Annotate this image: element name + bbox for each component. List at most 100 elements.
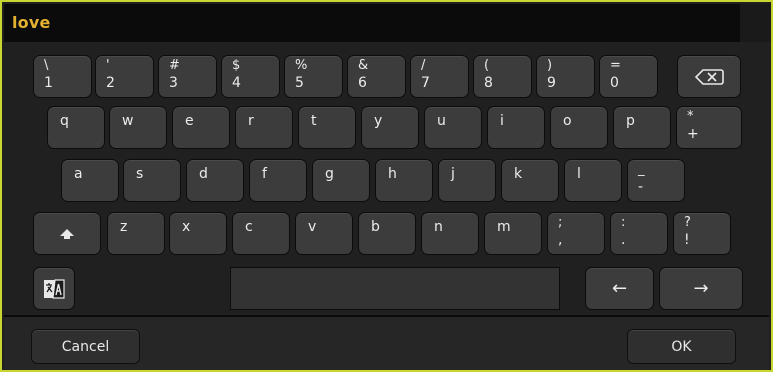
key[interactable]: x: [169, 212, 227, 255]
key[interactable]: o: [550, 106, 608, 149]
space-bar[interactable]: [230, 267, 560, 310]
key-bottom-label: 7: [421, 75, 430, 91]
key[interactable]: m: [484, 212, 542, 255]
text-input-value: love: [12, 13, 51, 32]
key[interactable]: y: [361, 106, 419, 149]
key-bottom-label: 5: [295, 75, 304, 91]
key-bottom-label: 8: [484, 75, 493, 91]
key-label: p: [626, 113, 635, 129]
key[interactable]: :.: [610, 212, 668, 255]
text-input-field[interactable]: love: [4, 4, 740, 42]
key[interactable]: % 5: [284, 55, 343, 98]
key-top-label: &: [358, 58, 369, 73]
right-arrow-icon: →: [693, 278, 709, 299]
key-bottom-label: ,: [558, 232, 563, 248]
key-top-label: ?: [684, 215, 691, 230]
key[interactable]: k: [501, 159, 559, 202]
key[interactable]: u: [424, 106, 482, 149]
key-top-label: (: [484, 58, 490, 73]
key[interactable]: z: [107, 212, 165, 255]
key-label: f: [262, 166, 267, 182]
key-top-label: _: [638, 162, 645, 177]
input-bar-edge: [740, 4, 771, 42]
cancel-button[interactable]: Cancel: [31, 329, 140, 364]
key-top-label: %: [295, 58, 308, 73]
key[interactable]: r: [235, 106, 293, 149]
key-label: y: [374, 113, 383, 129]
key-label: h: [388, 166, 397, 182]
key-label: t: [311, 113, 317, 129]
key-label: c: [245, 219, 253, 235]
key[interactable]: n: [421, 212, 479, 255]
key-label: w: [122, 113, 134, 129]
key[interactable]: b: [358, 212, 416, 255]
key-label: k: [514, 166, 523, 182]
language-switch-icon: [44, 278, 65, 299]
key-bottom-label: 2: [106, 75, 115, 91]
key[interactable]: v: [295, 212, 353, 255]
key[interactable]: g: [312, 159, 370, 202]
key[interactable]: a: [61, 159, 119, 202]
key-label: v: [308, 219, 317, 235]
key[interactable]: * +: [676, 106, 742, 149]
key[interactable]: c: [232, 212, 290, 255]
ok-button[interactable]: OK: [627, 329, 736, 364]
key-label: b: [371, 219, 380, 235]
key-label: j: [451, 166, 455, 182]
key[interactable]: ?!: [673, 212, 731, 255]
key[interactable]: $4: [221, 55, 280, 98]
key-top-label: /: [421, 58, 426, 73]
key[interactable]: q: [47, 106, 105, 149]
key-label: l: [577, 166, 581, 182]
key[interactable]: l: [564, 159, 622, 202]
key-label: o: [563, 113, 572, 129]
language-switch-key[interactable]: [33, 267, 75, 310]
key-top-label: =: [610, 58, 621, 73]
key-bottom-label: .: [621, 232, 626, 248]
key-bottom-label: 3: [169, 75, 178, 91]
key[interactable]: ;,: [547, 212, 605, 255]
key[interactable]: p: [613, 106, 671, 149]
cancel-button-label: Cancel: [61, 338, 110, 355]
key-label: z: [120, 219, 128, 235]
key-bottom-label: +: [687, 126, 699, 142]
backspace-icon: [694, 68, 724, 85]
key[interactable]: w: [109, 106, 167, 149]
key[interactable]: e: [172, 106, 230, 149]
key[interactable]: f: [249, 159, 307, 202]
key[interactable]: i: [487, 106, 545, 149]
key[interactable]: ) 9: [536, 55, 595, 98]
backspace-key[interactable]: [677, 55, 741, 98]
key[interactable]: ' 2: [95, 55, 154, 98]
key[interactable]: _ -: [627, 159, 685, 202]
key-top-label: :: [621, 215, 626, 230]
key-bottom-label: 1: [44, 75, 53, 91]
shift-up-arrow-icon: [60, 228, 74, 239]
left-arrow-icon: ←: [611, 278, 628, 299]
key[interactable]: = 0: [599, 55, 658, 98]
key[interactable]: & 6: [347, 55, 406, 98]
key[interactable]: j: [438, 159, 496, 202]
left-arrow-key[interactable]: ←: [585, 267, 654, 310]
shift-key[interactable]: [33, 212, 101, 255]
key[interactable]: (8: [473, 55, 532, 98]
right-arrow-key[interactable]: →: [659, 267, 743, 310]
key-label: s: [136, 166, 144, 182]
key[interactable]: /7: [410, 55, 469, 98]
key-label: i: [500, 113, 504, 129]
key-bottom-label: 0: [610, 75, 619, 91]
key[interactable]: t: [298, 106, 356, 149]
key-top-label: #: [169, 58, 180, 73]
key[interactable]: #3: [158, 55, 217, 98]
ok-button-label: OK: [671, 338, 692, 355]
key-top-label: ): [547, 58, 553, 73]
key[interactable]: s: [123, 159, 181, 202]
key-label: u: [437, 113, 446, 129]
key[interactable]: d: [186, 159, 244, 202]
key[interactable]: \ 1: [33, 55, 92, 98]
virtual-keyboard-dialog: love \ 1 ' 2 #3 $4% 5 & 6/7(8) 9 = 0 q w e r t y u i o p * + a s d…: [0, 0, 773, 372]
key-label: r: [248, 113, 254, 129]
key-label: n: [434, 219, 443, 235]
key[interactable]: h: [375, 159, 433, 202]
key-label: q: [60, 113, 69, 129]
